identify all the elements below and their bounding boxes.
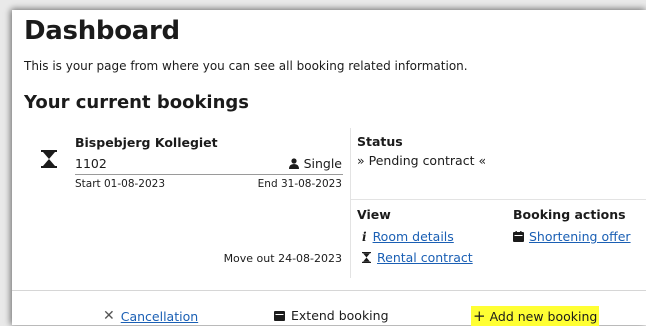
info-icon: i: [362, 229, 367, 244]
add-new-booking-label[interactable]: Add new booking: [490, 309, 598, 324]
booking-divider: [75, 174, 343, 175]
row-divider: [350, 199, 646, 200]
extend-booking-label[interactable]: Extend booking: [291, 308, 389, 323]
dashboard-card: Dashboard This is your page from where y…: [12, 10, 646, 326]
section-title: Your current bookings: [24, 92, 250, 113]
move-out-date: Move out 24-08-2023: [223, 252, 342, 265]
start-date: Start 01-08-2023: [75, 178, 166, 190]
cancellation-link[interactable]: Cancellation: [121, 309, 198, 324]
calendar-icon: [274, 310, 285, 321]
person-icon: [288, 158, 299, 169]
page-title: Dashboard: [24, 16, 180, 46]
room-details-link-row[interactable]: i Room details: [362, 229, 454, 244]
hourglass-small-icon: [362, 252, 371, 263]
page-subtitle: This is your page from where you can see…: [24, 59, 468, 73]
room-type-label: Single: [303, 156, 342, 171]
extend-booking-action[interactable]: Extend booking: [274, 308, 389, 323]
rental-contract-link-row[interactable]: Rental contract: [362, 250, 473, 265]
hourglass-icon: [41, 150, 57, 168]
add-new-booking-button[interactable]: + Add new booking: [471, 306, 600, 326]
close-icon: ✕: [103, 308, 115, 324]
room-number: 1102: [75, 156, 107, 171]
status-label: Status: [357, 134, 403, 149]
column-divider: [350, 128, 351, 278]
status-value: » Pending contract «: [357, 153, 487, 168]
room-details-link[interactable]: Room details: [373, 229, 454, 244]
shortening-offer-link[interactable]: Shortening offer: [529, 229, 631, 244]
end-date: End 31-08-2023: [257, 178, 342, 190]
actions-divider: [12, 290, 646, 291]
plus-icon: +: [473, 307, 486, 325]
shortening-offer-link-row[interactable]: Shortening offer: [513, 229, 631, 244]
room-type: Single: [288, 156, 342, 171]
view-label: View: [357, 207, 391, 222]
cancellation-action[interactable]: ✕ Cancellation: [103, 308, 198, 324]
property-name: Bispebjerg Kollegiet: [75, 135, 218, 150]
booking-actions-label: Booking actions: [513, 207, 626, 222]
calendar-icon: [513, 231, 524, 242]
rental-contract-link[interactable]: Rental contract: [377, 250, 473, 265]
